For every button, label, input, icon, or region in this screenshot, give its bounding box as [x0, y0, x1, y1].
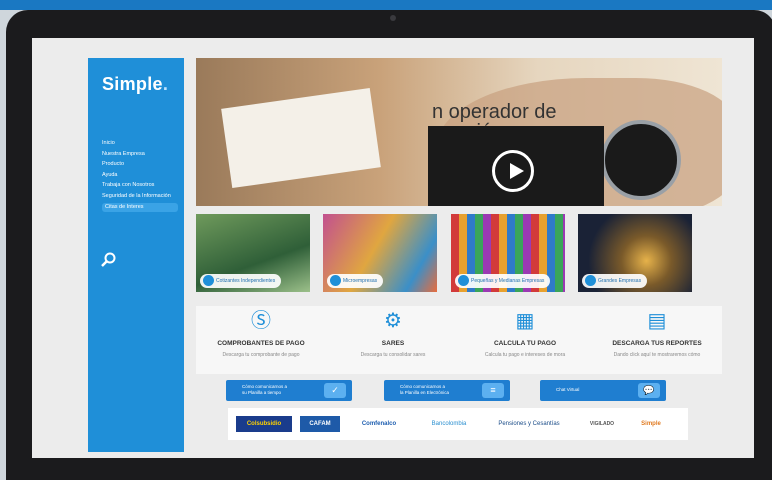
partner-logos: Colsubsidio CAFAM Comfenalco Bancolombia… [228, 408, 688, 440]
search-icon[interactable] [100, 252, 116, 268]
partner-logo[interactable]: CAFAM [300, 416, 340, 432]
camera-icon [390, 15, 396, 21]
video-player[interactable] [428, 126, 604, 206]
logo[interactable]: Simple. [102, 74, 168, 95]
service-title: CALCULA TU PAGO [493, 340, 557, 347]
service-title: SARES [381, 340, 405, 347]
segment-tiles: Cotizantes Independientes Microempresas … [196, 214, 722, 292]
banner-text: Chat Virtual [556, 387, 580, 392]
service-desc: Descarga tu comprobante de pago [222, 352, 300, 358]
banner-planilla-electronica[interactable]: Cómo comunicarnos a la Planilla en Electr… [384, 380, 510, 401]
document-icon: ▤ [647, 310, 667, 332]
store-icon [458, 275, 469, 286]
hero-banner: n operador de rmación [196, 58, 722, 206]
service-calcula[interactable]: ▦ CALCULA TU PAGO Calcula tu pago e inte… [460, 306, 590, 374]
nav-item-nuestra-empresa[interactable]: Nuestra Empresa [102, 151, 178, 158]
nav-item-inicio[interactable]: Inicio [102, 140, 178, 147]
sidebar: Simple. Inicio Nuestra Empresa Producto … [88, 58, 184, 452]
watch-icon [601, 120, 681, 200]
service-title: COMPROBANTES DE PAGO [217, 340, 305, 347]
banner-chat[interactable]: Chat Virtual 💬 [540, 380, 666, 401]
banner-row: Cómo comunicarnos a su Planilla a tiempo … [196, 380, 722, 402]
top-band [0, 0, 772, 10]
nav-item-seguridad[interactable]: Seguridad de la Información [102, 193, 178, 200]
nav-item-trabaja[interactable]: Trabaja con Nosotros [102, 182, 178, 189]
service-desc: Calcula tu pago e intereses de mora [484, 352, 566, 358]
dollar-icon: Ⓢ [251, 310, 271, 332]
banner-planilla-tiempo[interactable]: Cómo comunicarnos a su Planilla a tiempo … [226, 380, 352, 401]
shop-icon [330, 275, 341, 286]
main-nav: Inicio Nuestra Empresa Producto Ayuda Tr… [102, 140, 178, 216]
banner-text: Cómo comunicarnos a su Planilla a tiempo [242, 384, 288, 395]
service-sares[interactable]: ⚙ SARES Descarga tu consolidar sares [328, 306, 458, 374]
tile-label: Cotizantes Independientes [200, 274, 282, 288]
laptop-bezel: Simple. Inicio Nuestra Empresa Producto … [6, 10, 772, 480]
service-desc: Dando click aquí te mostraremos cómo [613, 352, 701, 358]
tile-label: Pequeñas y Medianas Empresas [455, 274, 551, 288]
partner-logo[interactable]: Comfenalco [348, 416, 410, 432]
services-strip: Ⓢ COMPROBANTES DE PAGO Descarga tu compr… [196, 306, 722, 374]
partner-logo[interactable]: Simple [636, 416, 666, 432]
gear-icon: ⚙ [384, 310, 402, 332]
partner-logo[interactable]: VIGILADO [576, 416, 628, 432]
user-check-icon: ✓ [324, 383, 346, 398]
banner-text: Cómo comunicarnos a la Planilla en Electr… [400, 384, 450, 395]
tile-microempresas[interactable]: Microempresas [323, 214, 437, 292]
tile-grandes[interactable]: Grandes Empresas [578, 214, 692, 292]
person-icon [203, 275, 214, 286]
nav-item-producto[interactable]: Producto [102, 161, 178, 168]
screen: Simple. Inicio Nuestra Empresa Producto … [32, 38, 754, 458]
calculator-icon: ▦ [515, 310, 535, 332]
chat-icon: 💬 [638, 383, 660, 398]
partner-logo[interactable]: Bancolombia [416, 416, 482, 432]
building-icon [585, 275, 596, 286]
partner-logo[interactable]: Pensiones y Cesantías [490, 416, 568, 432]
partner-logo[interactable]: Colsubsidio [236, 416, 292, 432]
service-comprobantes[interactable]: Ⓢ COMPROBANTES DE PAGO Descarga tu compr… [196, 306, 326, 374]
nav-item-ayuda[interactable]: Ayuda [102, 172, 178, 179]
tile-label: Microempresas [327, 274, 384, 288]
tile-label: Grandes Empresas [582, 274, 648, 288]
service-desc: Descarga tu consolidar sares [360, 352, 426, 358]
service-title: DESCARGA TUS REPORTES [612, 340, 702, 347]
tile-pymes[interactable]: Pequeñas y Medianas Empresas [451, 214, 565, 292]
tile-independientes[interactable]: Cotizantes Independientes [196, 214, 310, 292]
play-icon[interactable] [492, 150, 534, 192]
hero-paper [221, 87, 381, 189]
notes-icon: ≡ [482, 383, 504, 398]
service-reportes[interactable]: ▤ DESCARGA TUS REPORTES Dando click aquí… [592, 306, 722, 374]
nav-item-citas[interactable]: Citas de Interes [102, 203, 178, 212]
